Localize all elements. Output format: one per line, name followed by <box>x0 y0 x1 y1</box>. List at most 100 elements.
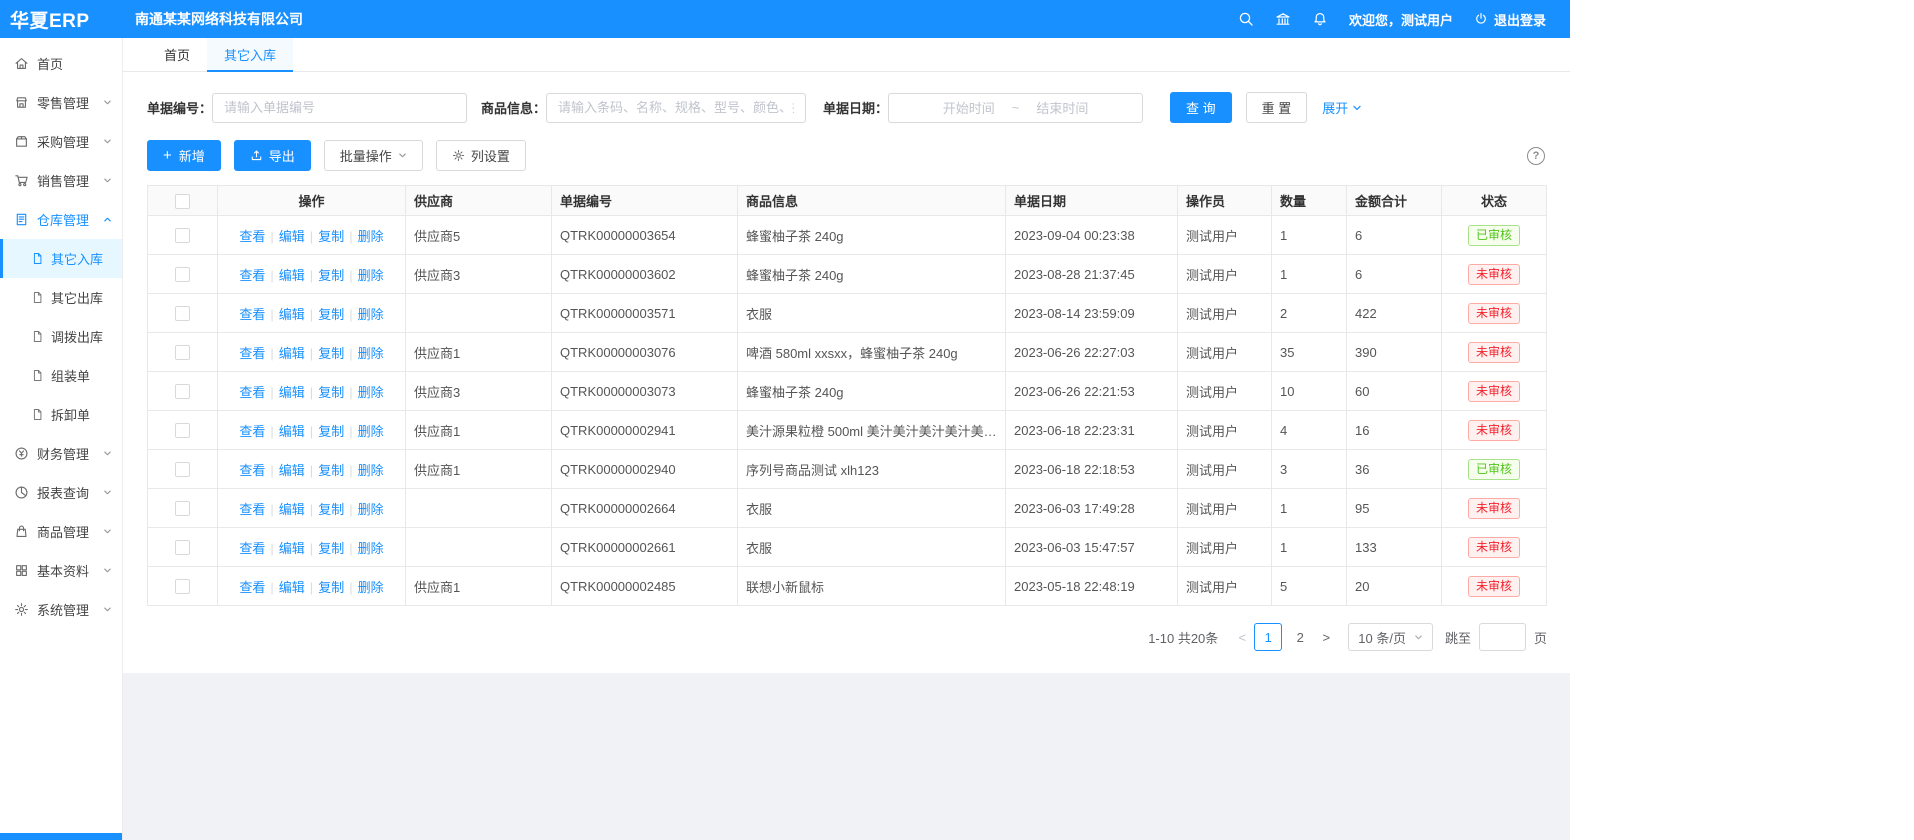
select-all-checkbox[interactable] <box>175 194 190 209</box>
doc-no-input[interactable] <box>212 93 467 123</box>
sidebar-item-transfer-outbound[interactable]: 调拨出库 <box>0 317 122 356</box>
row-action-edit[interactable]: 编辑 <box>279 307 305 322</box>
sidebar-item-warehouse[interactable]: 仓库管理 <box>0 200 122 239</box>
row-action-edit[interactable]: 编辑 <box>279 463 305 478</box>
tab-other-inbound[interactable]: 其它入库 <box>207 38 293 72</box>
sidebar-item-label: 基本资料 <box>37 561 89 580</box>
search-button[interactable]: 查 询 <box>1170 92 1232 123</box>
row-action-delete[interactable]: 删除 <box>358 502 384 517</box>
reset-button[interactable]: 重 置 <box>1246 92 1308 123</box>
help-icon[interactable]: ? <box>1527 147 1545 165</box>
page-button-2[interactable]: 2 <box>1286 623 1314 651</box>
row-action-copy[interactable]: 复制 <box>318 346 344 361</box>
sidebar-item-system[interactable]: 系统管理 <box>0 590 122 629</box>
row-action-copy[interactable]: 复制 <box>318 580 344 595</box>
row-checkbox[interactable] <box>175 540 190 555</box>
next-page-button[interactable]: > <box>1314 623 1338 651</box>
row-action-delete[interactable]: 删除 <box>358 268 384 283</box>
table-row: 查看|编辑|复制|删除供应商1QTRK00000002941美汁源果粒橙 500… <box>148 411 1547 450</box>
row-action-copy[interactable]: 复制 <box>318 229 344 244</box>
row-action-edit[interactable]: 编辑 <box>279 541 305 556</box>
row-checkbox[interactable] <box>175 306 190 321</box>
sidebar-item-other-outbound[interactable]: 其它出库 <box>0 278 122 317</box>
sidebar-item-other-inbound[interactable]: 其它入库 <box>0 239 122 278</box>
row-action-delete[interactable]: 删除 <box>358 580 384 595</box>
sidebar-collapse-trigger[interactable] <box>0 833 122 840</box>
prev-page-button[interactable]: < <box>1230 623 1254 651</box>
sidebar-item-finance[interactable]: 财务管理 <box>0 434 122 473</box>
export-button[interactable]: 导出 <box>234 140 311 171</box>
row-action-view[interactable]: 查看 <box>239 346 265 361</box>
bank-icon[interactable] <box>1275 11 1291 27</box>
sidebar-item-purchase[interactable]: 采购管理 <box>0 122 122 161</box>
row-action-delete[interactable]: 删除 <box>358 424 384 439</box>
jump-page-input[interactable] <box>1479 623 1526 651</box>
row-action-view[interactable]: 查看 <box>239 268 265 283</box>
row-action-view[interactable]: 查看 <box>239 580 265 595</box>
sidebar-subitem-label: 其它出库 <box>51 288 103 307</box>
sidebar-item-home[interactable]: 首页 <box>0 44 122 83</box>
add-button[interactable]: + 新增 <box>147 140 221 171</box>
page-button-1[interactable]: 1 <box>1254 623 1282 651</box>
sidebar-item-basic[interactable]: 基本资料 <box>0 551 122 590</box>
row-action-copy[interactable]: 复制 <box>318 385 344 400</box>
row-action-delete[interactable]: 删除 <box>358 463 384 478</box>
row-action-edit[interactable]: 编辑 <box>279 346 305 361</box>
date-range-input[interactable]: 开始时间 ~ 结束时间 <box>888 93 1143 123</box>
row-action-edit[interactable]: 编辑 <box>279 580 305 595</box>
row-action-view[interactable]: 查看 <box>239 502 265 517</box>
row-action-copy[interactable]: 复制 <box>318 268 344 283</box>
column-settings-button[interactable]: 列设置 <box>436 140 526 171</box>
row-checkbox[interactable] <box>175 579 190 594</box>
sidebar-item-retail[interactable]: 零售管理 <box>0 83 122 122</box>
row-checkbox[interactable] <box>175 228 190 243</box>
row-action-edit[interactable]: 编辑 <box>279 385 305 400</box>
expand-toggle[interactable]: 展开 <box>1322 98 1362 117</box>
row-action-view[interactable]: 查看 <box>239 463 265 478</box>
row-action-delete[interactable]: 删除 <box>358 307 384 322</box>
sidebar-item-goods[interactable]: 商品管理 <box>0 512 122 551</box>
row-checkbox[interactable] <box>175 345 190 360</box>
row-action-copy[interactable]: 复制 <box>318 502 344 517</box>
welcome-user[interactable]: 欢迎您，测试用户 <box>1349 10 1453 29</box>
row-action-delete[interactable]: 删除 <box>358 541 384 556</box>
sidebar-item-report[interactable]: 报表查询 <box>0 473 122 512</box>
row-action-view[interactable]: 查看 <box>239 385 265 400</box>
product-info-input[interactable] <box>546 93 806 123</box>
action-separator: | <box>349 307 352 322</box>
row-action-copy[interactable]: 复制 <box>318 463 344 478</box>
cell-doc-no: QTRK00000002664 <box>552 489 738 528</box>
batch-operations-button[interactable]: 批量操作 <box>324 140 423 171</box>
warehouse-icon <box>14 212 29 227</box>
row-checkbox[interactable] <box>175 384 190 399</box>
row-action-copy[interactable]: 复制 <box>318 541 344 556</box>
row-action-view[interactable]: 查看 <box>239 307 265 322</box>
page-size-select[interactable]: 10 条/页 <box>1348 623 1433 651</box>
row-action-view[interactable]: 查看 <box>239 424 265 439</box>
sidebar-item-assembly-order[interactable]: 组装单 <box>0 356 122 395</box>
row-action-edit[interactable]: 编辑 <box>279 424 305 439</box>
logout-button[interactable]: 退出登录 <box>1474 10 1546 29</box>
row-checkbox[interactable] <box>175 501 190 516</box>
table-row: 查看|编辑|复制|删除供应商3QTRK00000003602蜂蜜柚子茶 240g… <box>148 255 1547 294</box>
sidebar-item-disassembly-order[interactable]: 拆卸单 <box>0 395 122 434</box>
row-checkbox[interactable] <box>175 267 190 282</box>
row-action-edit[interactable]: 编辑 <box>279 502 305 517</box>
sidebar-item-sales[interactable]: 销售管理 <box>0 161 122 200</box>
row-action-copy[interactable]: 复制 <box>318 424 344 439</box>
row-action-delete[interactable]: 删除 <box>358 346 384 361</box>
bell-icon[interactable] <box>1312 11 1328 27</box>
cell-supplier: 供应商3 <box>406 372 552 411</box>
row-checkbox[interactable] <box>175 462 190 477</box>
row-action-edit[interactable]: 编辑 <box>279 268 305 283</box>
row-action-copy[interactable]: 复制 <box>318 307 344 322</box>
tab-home[interactable]: 首页 <box>147 38 207 72</box>
row-action-edit[interactable]: 编辑 <box>279 229 305 244</box>
row-checkbox[interactable] <box>175 423 190 438</box>
row-action-delete[interactable]: 删除 <box>358 385 384 400</box>
row-action-view[interactable]: 查看 <box>239 541 265 556</box>
row-action-view[interactable]: 查看 <box>239 229 265 244</box>
content: 单据编号： 商品信息： 单据日期： 开始时间 ~ 结束时间 查 询 重 置 <box>123 72 1570 673</box>
row-action-delete[interactable]: 删除 <box>358 229 384 244</box>
search-icon[interactable] <box>1238 11 1254 27</box>
